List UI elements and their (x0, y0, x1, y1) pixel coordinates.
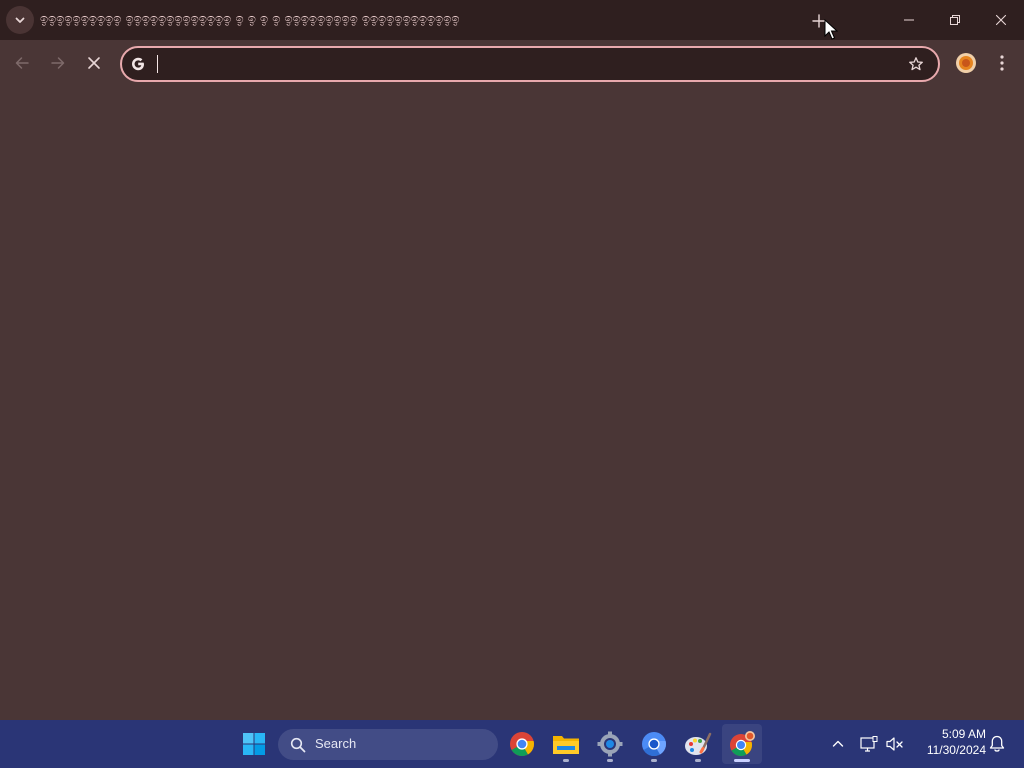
chevron-up-icon (832, 740, 844, 747)
stop-loading-button[interactable] (79, 48, 109, 78)
star-icon (909, 57, 923, 71)
taskbar-app-settings[interactable] (590, 724, 630, 764)
start-button[interactable] (236, 726, 272, 762)
clock-date: 11/30/2024 (926, 743, 986, 757)
network-icon (860, 736, 878, 752)
browser-menu-button[interactable] (990, 49, 1014, 77)
minimize-button[interactable] (886, 0, 932, 40)
search-label: Search (315, 736, 357, 751)
system-clock[interactable]: 5:09 AM 11/30/2024 (912, 726, 986, 762)
mouse-pointer-icon (824, 19, 838, 40)
chromium-icon (642, 732, 666, 757)
page-content (0, 86, 1024, 720)
running-indicator (695, 759, 701, 762)
address-bar[interactable] (120, 46, 940, 82)
restore-button[interactable] (932, 0, 978, 40)
stop-icon (88, 57, 100, 69)
arrow-right-icon (51, 57, 65, 69)
restore-icon (950, 15, 960, 25)
screen: ඉඉඉඉඉඉඉඉඉඉ ඉඉඉඉඉඉඉඉඉඉඉඉඉ ඉ ඉ ඉ ඉ ඉඉඉඉඉඉඉ… (0, 0, 1024, 768)
google-g-icon (132, 57, 144, 71)
tab-title-garbled-text[interactable]: ඉඉඉඉඉඉඉඉඉඉ ඉඉඉඉඉඉඉඉඉඉඉඉඉ ඉ ඉ ඉ ඉ ඉඉඉඉඉඉඉ… (40, 10, 768, 30)
profile-avatar-icon (956, 53, 976, 73)
bookmark-button[interactable] (904, 52, 928, 76)
tab-search-button[interactable] (6, 6, 34, 34)
taskbar-app-chrome[interactable] (502, 724, 542, 764)
chevron-down-icon (15, 17, 25, 23)
volume-muted-icon (886, 737, 903, 751)
minimize-icon (904, 19, 914, 21)
network-status-button[interactable] (858, 734, 880, 754)
running-indicator (607, 759, 613, 762)
running-indicator (651, 759, 657, 762)
close-window-button[interactable] (978, 0, 1024, 40)
notifications-button[interactable] (986, 733, 1008, 755)
search-icon (290, 737, 306, 753)
paint-icon (685, 732, 712, 755)
more-vertical-icon (1000, 55, 1004, 71)
arrow-left-icon (15, 57, 29, 69)
taskbar-search-box[interactable]: Search (278, 729, 498, 760)
volume-button[interactable] (884, 734, 906, 754)
text-caret (157, 55, 158, 73)
taskbar-app-chromium[interactable] (634, 724, 674, 764)
chrome-icon (730, 731, 755, 756)
windows-taskbar: Search 5:09 AM 11/30/2024 (0, 720, 1024, 768)
settings-gear-icon (597, 731, 623, 757)
browser-toolbar (0, 40, 1024, 86)
show-hidden-icons-button[interactable] (828, 734, 848, 754)
browser-tab-strip: ඉඉඉඉඉඉඉඉඉඉ ඉඉඉඉඉඉඉඉඉඉඉඉඉ ඉ ඉ ඉ ඉ ඉඉඉඉඉඉඉ… (0, 0, 1024, 40)
folder-icon (553, 736, 579, 754)
forward-button[interactable] (43, 48, 73, 78)
close-icon (995, 14, 1007, 26)
back-button[interactable] (7, 48, 37, 78)
profile-button[interactable] (954, 51, 978, 75)
running-indicator (734, 759, 750, 762)
clock-time: 5:09 AM (941, 727, 986, 741)
chrome-icon (510, 732, 534, 757)
address-input[interactable] (156, 52, 900, 78)
running-indicator (563, 759, 569, 762)
windows-logo-icon (243, 733, 265, 755)
bell-icon (989, 735, 1005, 752)
taskbar-app-file-explorer[interactable] (546, 724, 586, 764)
taskbar-app-chrome-active[interactable] (722, 724, 762, 764)
taskbar-app-paint[interactable] (678, 724, 718, 764)
